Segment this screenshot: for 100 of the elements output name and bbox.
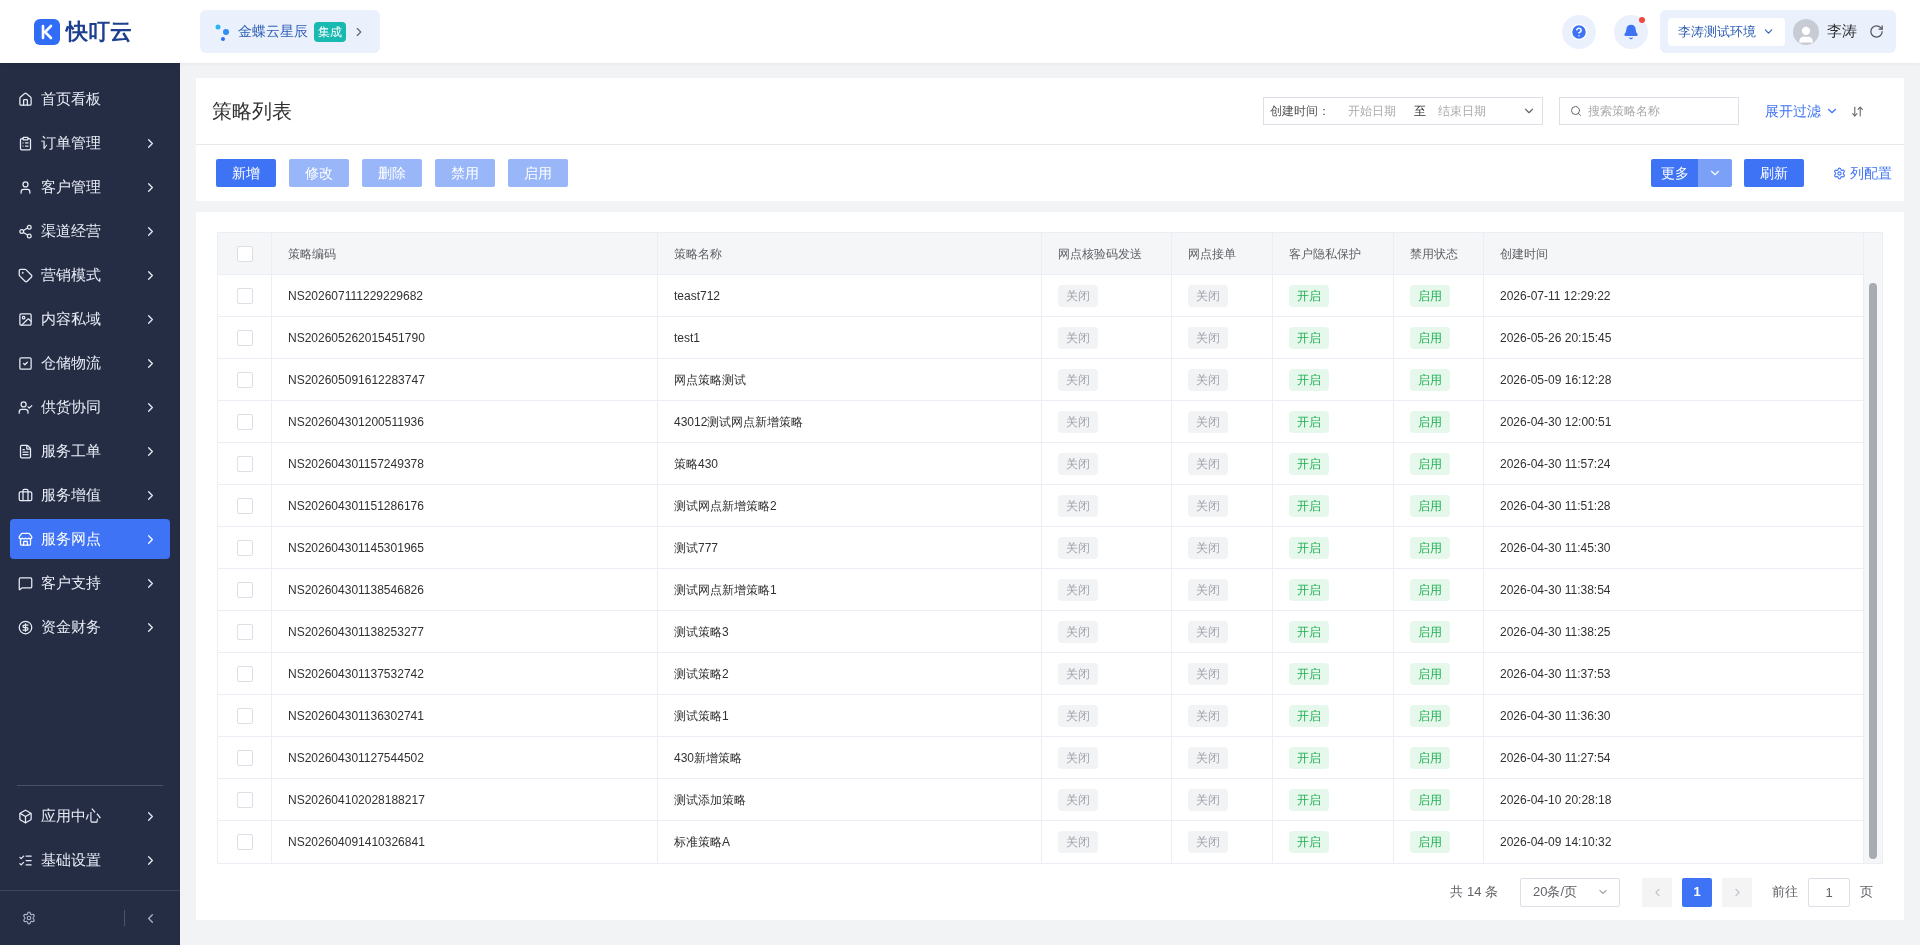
column-config-link[interactable]: 列配置: [1833, 162, 1892, 184]
environment-select[interactable]: 李涛测试环境: [1668, 17, 1785, 46]
sidebar-item[interactable]: 内容私域: [10, 299, 170, 339]
status-tag: 关闭: [1058, 831, 1098, 853]
table-cell-text: NS202604301137532742: [288, 665, 424, 683]
status-tag: 关闭: [1058, 494, 1098, 517]
refresh-button[interactable]: 刷新: [1744, 159, 1804, 187]
checkbox[interactable]: [236, 371, 253, 388]
checkbox[interactable]: [236, 581, 253, 598]
list-icon: [18, 852, 33, 868]
notification-button[interactable]: [1614, 14, 1648, 49]
sidebar-item[interactable]: 订单管理: [10, 123, 170, 163]
sort-icon[interactable]: [1851, 104, 1864, 118]
checkbox[interactable]: [236, 539, 253, 556]
table-cell-text: 测试策略1: [674, 707, 729, 725]
goto-page-field[interactable]: 1: [1808, 877, 1850, 907]
status-tag: 关闭: [1188, 662, 1228, 685]
status-tag: 关闭: [1188, 704, 1228, 727]
integration-badge: 集成: [314, 21, 346, 42]
checkbox[interactable]: [236, 497, 253, 514]
picture-icon: [18, 311, 33, 327]
table-cell-text: NS202604301151286176: [288, 497, 424, 515]
table-cell-text: 测试777: [674, 539, 719, 557]
table-cell-text: NS202604301145301965: [288, 539, 424, 557]
next-page-button[interactable]: [1722, 877, 1752, 907]
previous-page-button[interactable]: [1642, 877, 1672, 907]
table-cell-text: 2026-04-09 14:10:32: [1500, 834, 1612, 851]
page-button[interactable]: 1: [1682, 877, 1712, 907]
status-tag: 关闭: [1188, 494, 1228, 517]
column-header: 网点核验码发送: [1058, 245, 1142, 263]
checkbox[interactable]: [236, 413, 253, 430]
help-button[interactable]: [1562, 14, 1596, 49]
checkbox[interactable]: [236, 749, 253, 766]
scrollbar[interactable]: [1864, 233, 1882, 863]
expand-filter-link[interactable]: 展开过滤: [1765, 100, 1839, 122]
sidebar-item[interactable]: 首页看板: [10, 79, 170, 119]
page-suffix: 页: [1860, 883, 1873, 902]
checkbox[interactable]: [236, 287, 253, 304]
status-tag: 开启: [1289, 831, 1329, 853]
search-icon: [1570, 105, 1582, 117]
sidebar-item[interactable]: 仓储物流: [10, 343, 170, 383]
table-cell-text: 2026-04-30 11:38:25: [1500, 623, 1611, 641]
table-cell-text: NS202604301138253277: [288, 623, 424, 641]
search-field[interactable]: 搜索策略名称: [1559, 97, 1739, 125]
sidebar-item[interactable]: 客户管理: [10, 167, 170, 207]
settings-icon[interactable]: [22, 911, 36, 925]
page-size-select[interactable]: 20条/页: [1520, 877, 1620, 907]
status-tag: 关闭: [1058, 326, 1098, 349]
sidebar-item[interactable]: 基础设置: [10, 840, 170, 880]
table-cell-text: NS202607111229229682: [288, 287, 424, 305]
status-tag: 关闭: [1058, 704, 1098, 727]
sidebar-item[interactable]: 供货协同: [10, 387, 170, 427]
sidebar-item[interactable]: 客户支持: [10, 563, 170, 603]
status-tag: 关闭: [1058, 662, 1098, 685]
checkbox[interactable]: [236, 707, 253, 724]
date-range-field[interactable]: 创建时间： 开始日期 至 结束日期: [1263, 97, 1543, 125]
sidebar-item[interactable]: 资金财务: [10, 607, 170, 647]
status-tag: 启用: [1410, 452, 1450, 475]
status-tag: 启用: [1410, 536, 1450, 559]
person-check-icon: [18, 399, 33, 415]
table-cell-text: 2026-04-30 11:51:28: [1500, 497, 1611, 515]
status-tag: 开启: [1289, 536, 1329, 559]
status-tag: 开启: [1289, 746, 1329, 769]
status-tag: 关闭: [1058, 452, 1098, 475]
column-header: 策略名称: [674, 245, 722, 263]
table-cell-text: 测试网点新增策略1: [674, 581, 777, 599]
more-button[interactable]: 更多: [1651, 159, 1698, 187]
sidebar-item[interactable]: 渠道经营: [10, 211, 170, 251]
integration-pill[interactable]: 金蝶云星辰 集成: [200, 10, 380, 53]
coin-icon: [18, 619, 33, 635]
table-cell-text: 测试策略3: [674, 623, 729, 641]
toolbar-button[interactable]: 新增: [216, 159, 276, 187]
checkbox[interactable]: [236, 791, 253, 808]
checkbox[interactable]: [236, 665, 253, 682]
sidebar-item[interactable]: 服务工单: [10, 431, 170, 471]
sidebar-item[interactable]: 服务增值: [10, 475, 170, 515]
column-header: 网点接单: [1188, 245, 1236, 263]
checkbox[interactable]: [236, 455, 253, 472]
table-cell-text: 2026-04-30 11:38:54: [1500, 581, 1611, 599]
column-header: 策略编码: [288, 245, 336, 263]
chat-icon: [18, 575, 33, 591]
checkbox[interactable]: [236, 834, 253, 850]
search-input[interactable]: 搜索策略名称: [1588, 102, 1728, 120]
refresh-icon[interactable]: [1869, 24, 1884, 39]
checkbox[interactable]: [236, 329, 253, 346]
table-cell-text: 测试策略2: [674, 665, 729, 683]
column-header: 客户隐私保护: [1289, 245, 1361, 263]
bell-icon: [1623, 23, 1639, 40]
sidebar-item[interactable]: 应用中心: [10, 796, 170, 836]
status-tag: 关闭: [1058, 578, 1098, 601]
avatar: [1793, 18, 1819, 45]
sidebar-item[interactable]: 服务网点: [10, 519, 170, 559]
checkbox[interactable]: [236, 245, 253, 262]
checkbox-icon: [18, 355, 33, 371]
sidebar-item[interactable]: 营销模式: [10, 255, 170, 295]
checkbox[interactable]: [236, 623, 253, 640]
more-dropdown-button[interactable]: [1698, 159, 1732, 187]
status-tag: 启用: [1410, 578, 1450, 601]
status-tag: 启用: [1410, 746, 1450, 769]
status-tag: 关闭: [1058, 620, 1098, 643]
